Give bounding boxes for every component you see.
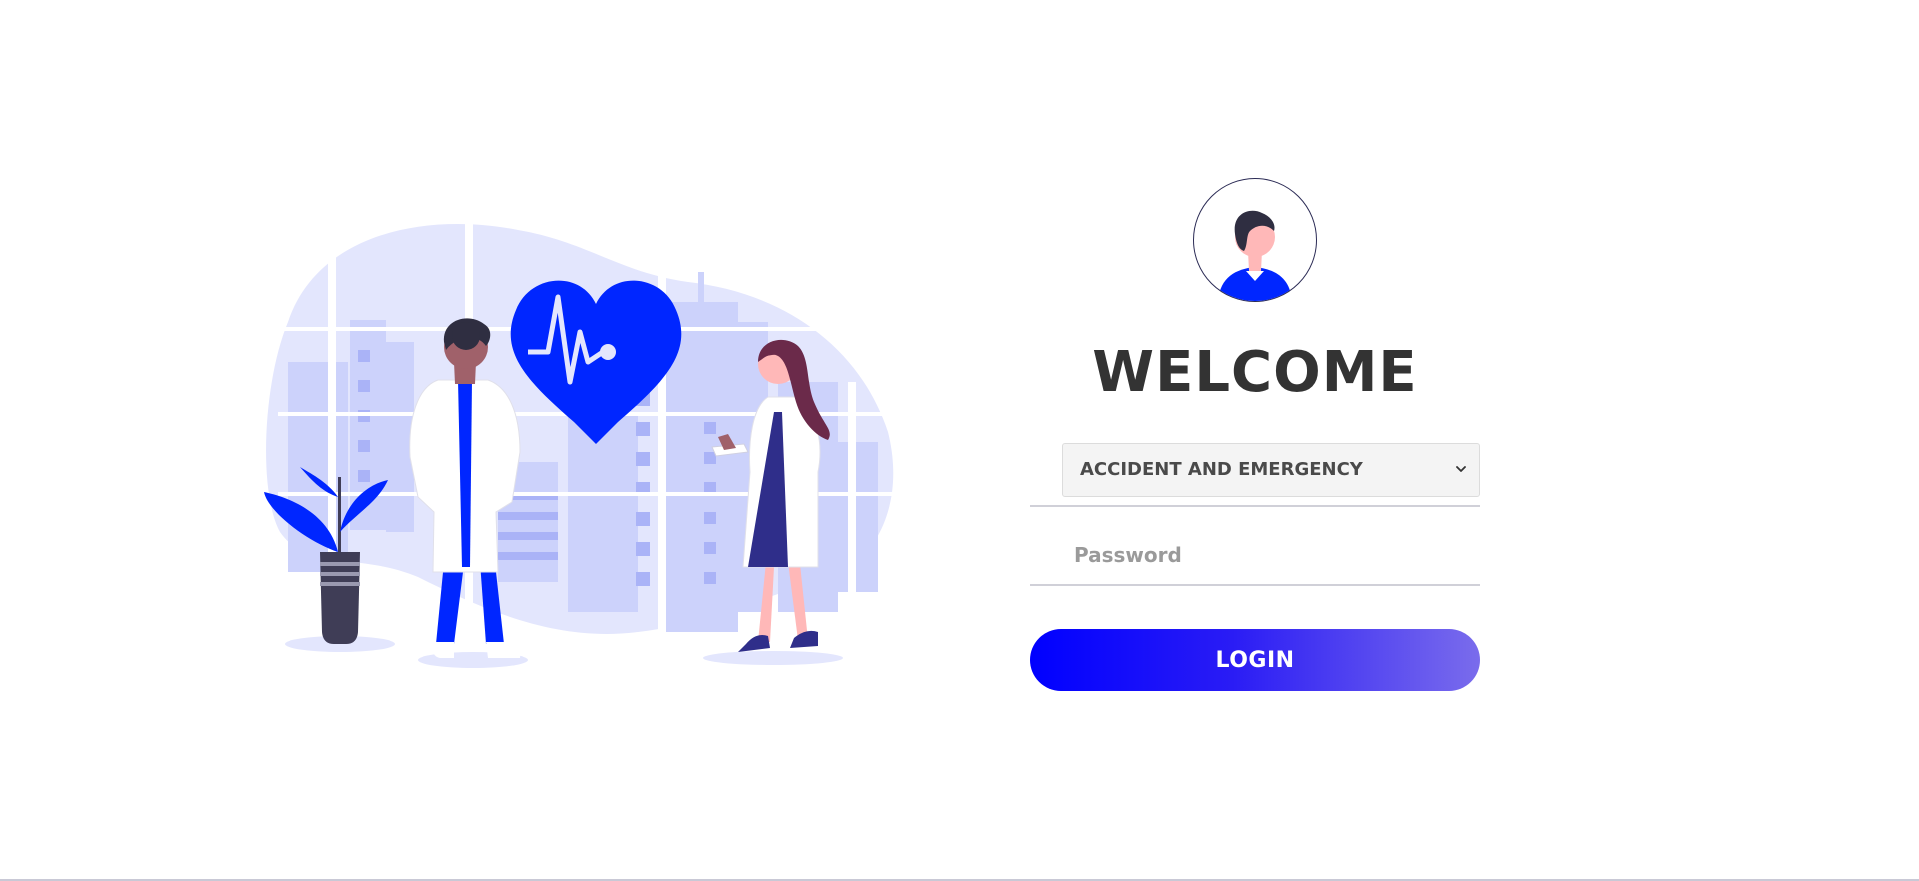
chevron-down-icon	[1456, 466, 1466, 472]
user-avatar-icon	[1193, 178, 1317, 302]
doctors-illustration	[258, 212, 898, 672]
welcome-heading: WELCOME	[1092, 340, 1418, 405]
login-page: WELCOME ACCIDENT AND EMERGENCY LOGIN	[0, 0, 1919, 881]
select-underline	[1030, 505, 1480, 507]
department-select[interactable]: ACCIDENT AND EMERGENCY	[1062, 443, 1480, 497]
login-button[interactable]: LOGIN	[1030, 629, 1480, 691]
password-input[interactable]	[1074, 528, 1474, 582]
department-select-value: ACCIDENT AND EMERGENCY	[1080, 459, 1363, 480]
password-field	[1030, 528, 1480, 586]
